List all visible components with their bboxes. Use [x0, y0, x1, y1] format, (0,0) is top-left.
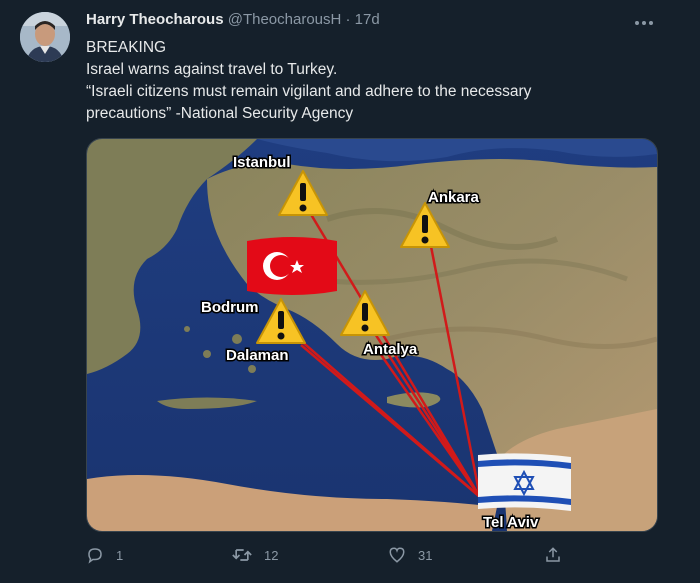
more-options-icon[interactable]: [634, 13, 654, 31]
like-count: 31: [418, 547, 433, 563]
tweet-text-line: BREAKING: [86, 39, 167, 56]
retweet-button[interactable]: 12: [232, 540, 278, 570]
tweet-text-line: “Israeli citizens must remain vigilant a…: [86, 83, 532, 100]
tweet-actions: 1 12 31: [86, 540, 666, 570]
city-label-ankara: Ankara: [428, 189, 480, 206]
share-button[interactable]: [544, 540, 574, 570]
city-label-bodrum: Bodrum: [201, 299, 259, 316]
like-button[interactable]: 31: [388, 540, 432, 570]
tweet-media-map[interactable]: Istanbul Ankara Bodrum Dalaman Antalya T…: [86, 138, 658, 532]
retweet-icon: [232, 549, 252, 561]
tweet-timestamp[interactable]: · 17d: [346, 11, 380, 28]
tweet-text: BREAKING Israel warns against travel to …: [86, 37, 676, 125]
retweet-count: 12: [264, 547, 279, 563]
turkey-flag-icon: [247, 237, 337, 295]
tweet-text-line: precautions” -National Security Agency: [86, 105, 354, 122]
author-name[interactable]: Harry Theocharous: [86, 11, 224, 28]
tweet: Harry Theocharous @TheocharousH · 17d BR…: [0, 0, 700, 583]
reply-count: 1: [116, 547, 124, 563]
author-handle[interactable]: @TheocharousH: [228, 11, 342, 28]
city-label-antalya: Antalya: [363, 341, 418, 358]
city-label-istanbul: Istanbul: [233, 154, 291, 171]
heart-icon: [389, 547, 405, 563]
reply-button[interactable]: 1: [86, 540, 123, 570]
avatar[interactable]: [20, 12, 70, 62]
tweet-header: Harry Theocharous @TheocharousH · 17d: [86, 11, 380, 28]
reply-icon: [88, 548, 102, 564]
city-label-dalaman: Dalaman: [226, 347, 289, 364]
city-label-tel-aviv: Tel Aviv: [483, 514, 539, 531]
israel-flag-icon: [478, 453, 571, 511]
share-icon: [546, 547, 560, 562]
tweet-text-line: Israel warns against travel to Turkey.: [86, 61, 338, 78]
